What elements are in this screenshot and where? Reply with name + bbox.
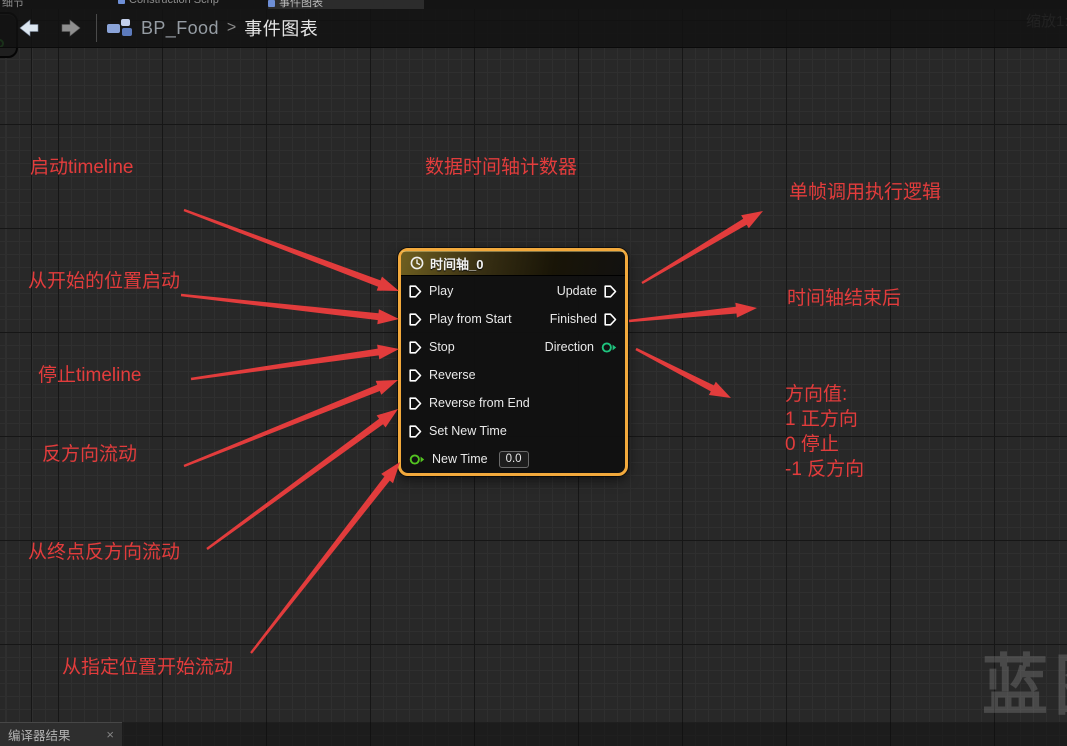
annotation-arrow bbox=[184, 380, 398, 467]
annotation-label[interactable]: 单帧调用执行逻辑 bbox=[789, 180, 941, 205]
tab-event-graph-label: 事件图表 bbox=[279, 0, 323, 9]
blueprint-watermark: 蓝图 bbox=[982, 632, 1067, 728]
exec-pin-icon[interactable] bbox=[409, 397, 422, 410]
annotation-label[interactable]: 从指定位置开始流动 bbox=[62, 655, 233, 680]
annotation-arrow bbox=[250, 462, 400, 654]
tab-left-sliver[interactable]: 细节 bbox=[2, 0, 62, 9]
exec-pin-icon[interactable] bbox=[409, 285, 422, 298]
annotation-arrow bbox=[635, 348, 731, 398]
output-pin-finished[interactable]: Finished bbox=[550, 305, 617, 333]
timeline-node-header[interactable]: 时间轴_0 bbox=[401, 251, 625, 276]
exec-pin-icon[interactable] bbox=[409, 369, 422, 382]
exec-pin-icon[interactable] bbox=[604, 313, 617, 326]
annotation-label[interactable]: 方向值: 1 正方向 0 停止 -1 反方向 bbox=[785, 382, 864, 482]
annotation-arrow bbox=[184, 209, 399, 291]
annotation-arrow bbox=[641, 211, 763, 284]
input-pin-reverse[interactable]: Reverse bbox=[409, 361, 476, 389]
pin-label: Stop bbox=[429, 340, 455, 354]
input-pin-set-new-time[interactable]: Set New Time bbox=[409, 417, 507, 445]
pin-label: Reverse bbox=[429, 368, 476, 382]
pin-label: New Time bbox=[432, 452, 488, 466]
timeline-node-body: Play Update Play from Start Finished Stop Dir… bbox=[401, 276, 625, 473]
breadcrumb-current[interactable]: 事件图表 bbox=[244, 15, 318, 41]
input-pin-play[interactable]: Play bbox=[409, 277, 453, 305]
blueprint-function-icon bbox=[118, 0, 125, 4]
annotation-arrow bbox=[181, 294, 399, 324]
compiler-results-label: 编译器结果 bbox=[8, 725, 106, 744]
annotation-arrow bbox=[191, 345, 399, 381]
blueprint-icon bbox=[107, 18, 133, 38]
compiler-results-tab[interactable]: 编译器结果 × bbox=[0, 722, 122, 746]
clock-icon bbox=[410, 256, 424, 270]
annotation-arrow bbox=[629, 303, 757, 323]
forward-button[interactable] bbox=[58, 17, 84, 39]
annotation-label[interactable]: 停止timeline bbox=[38, 363, 141, 388]
graph-icon bbox=[268, 0, 275, 7]
new-time-value-input[interactable]: 0.0 bbox=[499, 451, 529, 468]
timeline-node-title: 时间轴_0 bbox=[430, 254, 483, 273]
pin-label: Play from Start bbox=[429, 312, 512, 326]
breadcrumb-separator: > bbox=[227, 19, 236, 37]
bottom-panel-strip: 编译器结果 × bbox=[0, 722, 1067, 746]
blueprint-editor: 细节 Construction Scrip 事件图表 BP_Food > 事件图… bbox=[0, 0, 1067, 746]
toolbar-separator bbox=[96, 14, 97, 42]
pin-label: Direction bbox=[545, 340, 594, 354]
pin-label: Reverse from End bbox=[429, 396, 530, 410]
pin-row: New Time 0.0 bbox=[401, 445, 625, 473]
annotation-label[interactable]: 从开始的位置启动 bbox=[28, 269, 180, 294]
pin-row: Play from Start Finished bbox=[401, 305, 625, 333]
output-pin-update[interactable]: Update bbox=[557, 277, 617, 305]
annotation-arrow bbox=[206, 409, 398, 550]
breadcrumb-root[interactable]: BP_Food bbox=[141, 18, 219, 39]
exec-pin-icon[interactable] bbox=[604, 285, 617, 298]
pin-row: Stop Direction bbox=[401, 333, 625, 361]
input-pin-stop[interactable]: Stop bbox=[409, 333, 455, 361]
exec-pin-icon[interactable] bbox=[409, 341, 422, 354]
pin-label: Set New Time bbox=[429, 424, 507, 438]
document-tab-bar: 细节 Construction Scrip 事件图表 bbox=[0, 0, 1067, 9]
tab-construction-script[interactable]: Construction Scrip bbox=[118, 0, 263, 9]
pin-row: Reverse bbox=[401, 361, 625, 389]
tab-construction-script-label: Construction Scrip bbox=[129, 0, 219, 6]
pin-row: Set New Time bbox=[401, 417, 625, 445]
pin-row: Reverse from End bbox=[401, 389, 625, 417]
graph-toolbar: BP_Food > 事件图表 bbox=[0, 9, 1067, 48]
annotation-label[interactable]: 数据时间轴计数器 bbox=[425, 155, 577, 180]
output-pin-direction[interactable]: Direction bbox=[545, 333, 617, 361]
close-icon[interactable]: × bbox=[106, 727, 114, 742]
tab-left-label: 细节 bbox=[2, 0, 62, 9]
pin-label: Finished bbox=[550, 312, 597, 326]
forward-arrow-icon bbox=[59, 18, 83, 38]
pin-label: Play bbox=[429, 284, 453, 298]
annotation-label[interactable]: 从终点反方向流动 bbox=[28, 540, 180, 565]
pin-label: Update bbox=[557, 284, 597, 298]
input-pin-play-from-start[interactable]: Play from Start bbox=[409, 305, 512, 333]
timeline-node[interactable]: 时间轴_0 Play Update Play from Start Finished S… bbox=[398, 248, 628, 476]
annotation-label[interactable]: 反方向流动 bbox=[42, 442, 137, 467]
back-arrow-icon bbox=[17, 18, 41, 38]
exec-pin-icon[interactable] bbox=[409, 313, 422, 326]
pin-row: Play Update bbox=[401, 277, 625, 305]
input-pin-reverse-from-end[interactable]: Reverse from End bbox=[409, 389, 530, 417]
tab-event-graph[interactable]: 事件图表 bbox=[268, 0, 424, 9]
exec-pin-icon[interactable] bbox=[409, 425, 422, 438]
annotation-label[interactable]: 时间轴结束后 bbox=[787, 286, 901, 311]
back-button[interactable] bbox=[16, 17, 42, 39]
input-pin-new-time[interactable]: New Time 0.0 bbox=[409, 445, 529, 473]
float-pin-icon[interactable] bbox=[409, 453, 425, 466]
float-pin-icon[interactable] bbox=[601, 341, 617, 354]
annotation-label[interactable]: 启动timeline bbox=[30, 155, 133, 180]
